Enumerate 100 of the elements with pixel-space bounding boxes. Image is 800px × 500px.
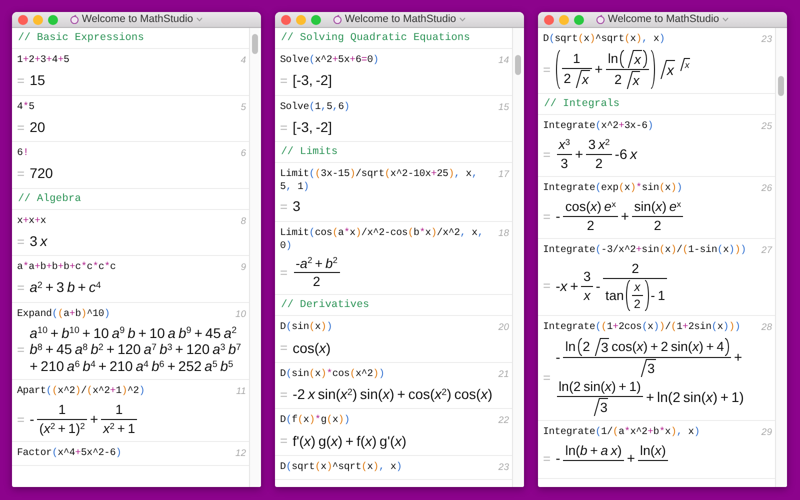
cell-number: 29	[760, 426, 772, 440]
close-button[interactable]	[18, 15, 28, 25]
cell-number: 23	[760, 33, 772, 47]
equals-sign: =	[280, 264, 288, 282]
scrollbar-thumb[interactable]	[515, 55, 521, 75]
math-result: 720	[30, 165, 53, 182]
math-result: 3	[292, 198, 300, 216]
equals-sign: =	[543, 277, 551, 296]
zoom-button[interactable]	[574, 15, 584, 25]
chevron-icon[interactable]	[459, 17, 466, 22]
close-button[interactable]	[544, 15, 554, 25]
cell-number: 15	[497, 100, 509, 114]
cell-number: 25	[760, 120, 772, 134]
comment-text: // Solving Quadratic Equations	[275, 28, 512, 49]
math-result: 20	[30, 118, 46, 136]
scrollbar[interactable]	[775, 28, 787, 487]
equals-sign: =	[543, 146, 551, 164]
code-input[interactable]: D(sqrt(x)^sqrt(x), x)	[543, 33, 758, 47]
math-result: - cos(x) e$^{x}$ 2 + sin(x) e$^{x}$ 2	[556, 198, 684, 234]
cell-number: 22	[497, 414, 509, 428]
cell-number: 27	[760, 244, 772, 258]
document-icon[interactable]	[596, 15, 605, 24]
cell-number: 28	[760, 321, 772, 336]
code-input[interactable]: Limit((3x-15)/sqrt(x^2-10x+25), x, 5, 1)	[280, 168, 495, 194]
code-input[interactable]: Solve(x^2+5x+6=0)	[280, 54, 495, 68]
equals-sign: =	[17, 118, 25, 136]
math-result: - ln(b + a x) + ln(x)	[556, 443, 669, 468]
math-result: f'(x) g(x) + f(x) g'(x)	[292, 432, 406, 450]
code-input[interactable]: Solve(1,5,6)	[280, 100, 495, 114]
math-result: a$^{2}$ + 3 b + c$^{4}$	[30, 279, 101, 296]
cell-number: 23	[497, 460, 509, 475]
scrollbar-thumb[interactable]	[778, 76, 784, 96]
code-input[interactable]: Apart((x^2)/(x^2+1)^2)	[17, 384, 232, 399]
cell-number: 26	[760, 182, 772, 196]
scrollbar[interactable]	[249, 28, 261, 487]
cell-number: 21	[497, 368, 509, 382]
code-input[interactable]: Integrate(1/(a*x^2+b*x), x)	[543, 426, 758, 440]
chevron-icon[interactable]	[722, 17, 730, 22]
equals-sign: =	[280, 118, 288, 136]
math-result: -2 x sin(x$^{2}$) sin(x) + cos(x$^{2}$) cos(x)	[292, 386, 492, 404]
math-result: [-3, -2]	[292, 72, 332, 90]
code-input[interactable]: Integrate(x^2+3x-6)	[543, 120, 758, 134]
equals-sign: =	[543, 450, 551, 468]
code-input[interactable]: Factor(x^4+5x^2-6)	[17, 446, 232, 461]
close-button[interactable]	[281, 15, 291, 25]
minimize-button[interactable]	[33, 15, 43, 25]
document-icon[interactable]	[332, 15, 342, 24]
minimize-button[interactable]	[296, 15, 306, 25]
window-title: Welcome to MathStudio	[82, 12, 194, 27]
equals-sign: =	[17, 72, 25, 90]
code-input[interactable]: 6!	[17, 147, 232, 161]
comment-text: // Algebra	[12, 188, 249, 210]
equals-sign: =	[280, 72, 288, 90]
equals-sign: =	[280, 339, 288, 358]
math-result: [-3, -2]	[292, 118, 332, 136]
equals-sign: =	[17, 340, 25, 359]
code-input[interactable]: D(sqrt(x)^sqrt(x), x)	[280, 460, 495, 475]
cell-number: 12	[234, 446, 246, 461]
comment-text: // Limits	[275, 142, 512, 163]
cell-number: 10	[234, 308, 246, 322]
math-result: -a$^{2}$ + b$^{2}$ 2	[292, 256, 341, 290]
code-input[interactable]: D(f(x)*g(x))	[280, 414, 495, 428]
code-input[interactable]: x+x+x	[17, 214, 232, 228]
cell-number: 14	[497, 54, 509, 68]
cell-number: 4	[240, 54, 246, 68]
equals-sign: =	[17, 232, 25, 250]
equals-sign: =	[17, 279, 25, 297]
cell-number: 9	[240, 261, 246, 275]
math-result: a$^{10}$ + b$^{10}$ + 10 a$^{9}$ b + 10 a b$^{9}$ + 45 a$^{2}$ b$^{8}$ + 45 a$^{8}$ b$^{2}$ + 120 a$^{7}$ b$^{3}$ + 120 a$^{3}$ b$^{7}$ + 210 a$^{6}$ b$^{4}$ + 210 a$^{4}$ b$^{6}$ + 252 a$^{5}$ b$^{5}$	[30, 324, 242, 375]
comment-text: // Derivatives	[275, 295, 512, 316]
equals-sign: =	[17, 410, 25, 429]
code-input[interactable]: Integrate((1+2cos(x))/(1+2sin(x)))	[543, 321, 758, 336]
math-result: cos(x)	[292, 340, 331, 357]
code-input[interactable]: Integrate(-3/x^2+sin(x)/(1-sin(x)))	[543, 244, 758, 258]
equals-sign: =	[280, 386, 288, 404]
code-input[interactable]: Integrate(exp(x)*sin(x))	[543, 182, 758, 196]
code-input[interactable]: 1+2+3+4+5	[17, 54, 232, 68]
minimize-button[interactable]	[559, 15, 569, 25]
window-title: Welcome to MathStudio	[608, 12, 720, 27]
code-input[interactable]: Limit(cos(a*x)/x^2-cos(b*x)/x^2, x, 0)	[280, 226, 495, 252]
scrollbar[interactable]	[512, 28, 524, 487]
code-input[interactable]: Expand((a+b)^10)	[17, 308, 232, 322]
chevron-icon[interactable]	[196, 17, 204, 22]
math-result: - ln 2 3 cos(x) + 2 sin(x) + 4 3 + ln(2 sin(x) + 1) 3 + ln(2 sin(x) + 1)	[556, 338, 745, 416]
scrollbar-thumb[interactable]	[252, 34, 258, 54]
code-input[interactable]: a*a+b+b+b+c*c*c*c	[17, 261, 232, 275]
cell-number: 11	[235, 384, 246, 399]
document-icon[interactable]	[70, 15, 79, 24]
equals-sign: =	[543, 368, 551, 387]
equals-sign: =	[17, 165, 25, 183]
zoom-button[interactable]	[311, 15, 321, 25]
cell-number: 20	[497, 321, 509, 336]
cell-number: 17	[497, 168, 509, 182]
equals-sign: =	[543, 208, 551, 226]
code-input[interactable]: D(sin(x))	[280, 321, 495, 336]
zoom-button[interactable]	[48, 15, 58, 25]
math-result: 15	[30, 72, 46, 90]
code-input[interactable]: D(sin(x)*cos(x^2))	[280, 368, 495, 382]
math-result: 1 2 x + ln x 2 x x x	[556, 50, 690, 89]
code-input[interactable]: 4*5	[17, 100, 232, 114]
